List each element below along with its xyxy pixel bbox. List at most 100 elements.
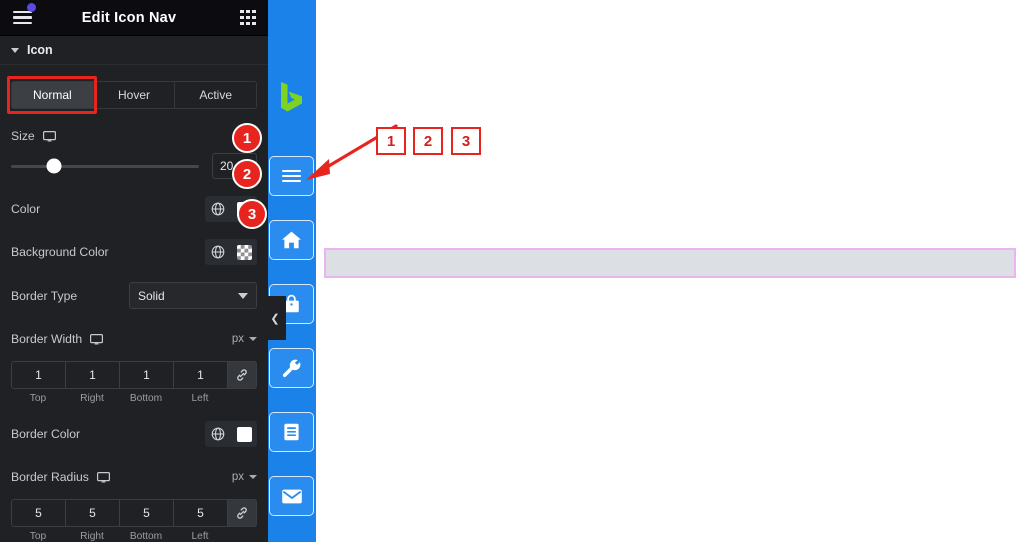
label-left: Left xyxy=(191,393,209,404)
border-width-unit-select[interactable]: px xyxy=(232,333,257,345)
section-title: Icon xyxy=(27,43,53,57)
border-width-right-input[interactable]: 1 xyxy=(65,361,119,389)
desktop-icon[interactable] xyxy=(96,471,110,483)
chevron-left-icon: ❮ xyxy=(270,312,280,325)
tab-hover[interactable]: Hover xyxy=(93,82,176,108)
background-color-swatch-button[interactable] xyxy=(231,239,257,265)
border-radius-label: Border Radius xyxy=(11,470,89,484)
tab-active[interactable]: Active xyxy=(175,82,256,108)
label-right: Right xyxy=(80,393,104,404)
apps-grid-glyph xyxy=(240,9,256,26)
size-label: Size xyxy=(11,129,35,143)
bing-logo-icon[interactable] xyxy=(268,74,316,120)
tab-normal[interactable]: Normal xyxy=(12,82,94,108)
border-radius-side-labels: Top Right Bottom Left xyxy=(11,531,257,542)
border-color-swatch-button[interactable] xyxy=(231,421,257,447)
envelope-icon xyxy=(281,489,302,503)
size-slider-row: 20 xyxy=(11,153,257,179)
border-width-label-group: Border Width xyxy=(11,332,104,346)
label-bottom: Bottom xyxy=(129,531,163,542)
panel-header: Edit Icon Nav xyxy=(0,0,268,36)
border-width-inputs: 1 1 1 1 xyxy=(11,361,257,389)
annotation-box-1: 1 xyxy=(376,127,406,155)
border-radius-right-input[interactable]: 5 xyxy=(65,499,119,527)
border-width-left-input[interactable]: 1 xyxy=(173,361,227,389)
size-label-row: Size xyxy=(11,129,257,143)
border-radius-bottom-input[interactable]: 5 xyxy=(119,499,173,527)
border-radius-left-input[interactable]: 5 xyxy=(173,499,227,527)
annotation-box-3: 3 xyxy=(451,127,481,155)
label-spacer xyxy=(227,531,257,542)
state-tabs-group: Normal Hover Active xyxy=(7,76,257,114)
apps-grid-icon[interactable] xyxy=(228,0,268,36)
border-type-label: Border Type xyxy=(11,288,78,303)
label-right: Right xyxy=(80,531,104,542)
border-radius-link-button[interactable] xyxy=(227,499,257,527)
editor-canvas xyxy=(316,0,1024,542)
caret-down-icon xyxy=(249,337,257,341)
border-width-link-button[interactable] xyxy=(227,361,257,389)
notification-dot-icon xyxy=(27,2,36,12)
border-radius-unit-select[interactable]: px xyxy=(232,471,257,483)
border-width-unit: px xyxy=(231,333,244,345)
globe-icon[interactable] xyxy=(205,421,231,447)
border-color-swatch xyxy=(236,426,252,442)
border-type-value: Solid xyxy=(138,288,165,303)
border-type-row: Border Type Solid xyxy=(11,282,257,309)
state-tabs: Normal Hover Active xyxy=(11,81,257,109)
border-radius-top-input[interactable]: 5 xyxy=(11,499,65,527)
border-color-row: Border Color xyxy=(11,421,257,447)
screen-root: Edit Icon Nav Icon Normal Hover Active S… xyxy=(0,0,1024,542)
sidebar-item-docs[interactable] xyxy=(269,412,314,452)
globe-icon[interactable] xyxy=(205,196,231,222)
globe-icon[interactable] xyxy=(205,239,231,265)
border-type-select[interactable]: Solid xyxy=(129,282,257,309)
annotation-box-2: 2 xyxy=(413,127,443,155)
border-radius-header: Border Radius px xyxy=(11,464,257,490)
caret-down-icon xyxy=(249,475,257,479)
panel-body: Normal Hover Active Size 20 Color Backgr… xyxy=(0,76,268,542)
color-row: Color xyxy=(11,196,257,222)
section-header-icon[interactable]: Icon xyxy=(0,36,268,65)
hamburger-icon xyxy=(12,10,32,25)
home-icon xyxy=(282,231,301,249)
annotation-badge-1: 1 xyxy=(232,123,262,153)
annotation-badge-3: 3 xyxy=(237,199,267,229)
background-color-swatch xyxy=(236,244,252,260)
document-icon xyxy=(284,423,299,441)
desktop-icon[interactable] xyxy=(90,333,104,345)
caret-down-icon xyxy=(238,292,248,299)
border-width-header: Border Width px xyxy=(11,326,257,352)
border-radius-unit: px xyxy=(231,471,244,483)
border-radius-inputs: 5 5 5 5 xyxy=(11,499,257,527)
background-color-control xyxy=(205,239,257,265)
panel-collapse-button[interactable]: ❮ xyxy=(264,296,286,340)
border-width-bottom-input[interactable]: 1 xyxy=(119,361,173,389)
border-radius-label-group: Border Radius xyxy=(11,470,110,484)
link-icon xyxy=(237,369,247,381)
border-width-label: Border Width xyxy=(11,332,83,346)
size-slider-handle[interactable] xyxy=(46,158,62,174)
background-color-row: Background Color xyxy=(11,239,257,265)
wrench-icon xyxy=(282,359,301,377)
label-top: Top xyxy=(29,531,47,542)
desktop-icon[interactable] xyxy=(42,130,56,142)
annotation-badge-2: 2 xyxy=(232,159,262,189)
label-top: Top xyxy=(29,393,47,404)
border-width-top-input[interactable]: 1 xyxy=(11,361,65,389)
border-color-control xyxy=(205,421,257,447)
sidebar-item-home[interactable] xyxy=(269,220,314,260)
sidebar-item-mail[interactable] xyxy=(269,476,314,516)
sidebar-item-tools[interactable] xyxy=(269,348,314,388)
label-spacer xyxy=(227,393,257,404)
size-slider[interactable] xyxy=(11,158,199,174)
border-width-side-labels: Top Right Bottom Left xyxy=(11,393,257,404)
link-icon xyxy=(237,507,247,519)
content-section-bar[interactable] xyxy=(324,248,1016,278)
label-left: Left xyxy=(191,531,209,542)
panel-title: Edit Icon Nav xyxy=(81,9,177,26)
label-bottom: Bottom xyxy=(129,393,163,404)
edit-panel: Edit Icon Nav Icon Normal Hover Active S… xyxy=(0,0,268,542)
panel-menu-button[interactable] xyxy=(0,0,44,36)
caret-down-icon xyxy=(11,47,19,53)
